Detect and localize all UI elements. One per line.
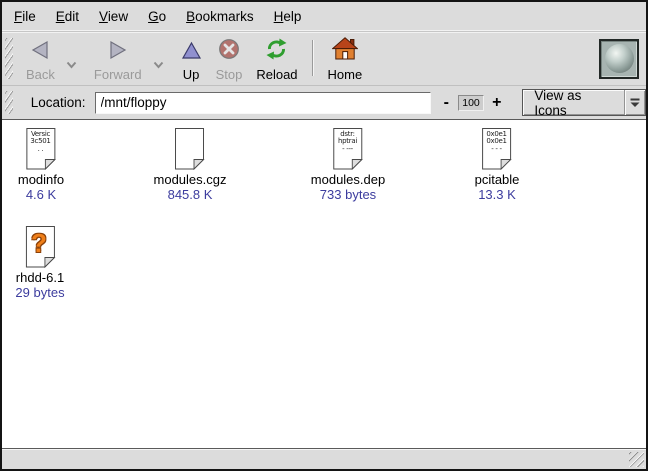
throbber-sphere-icon (605, 44, 634, 73)
file-view-canvas[interactable]: Versic 3c501 . . modinfo 4.6 K modules.c… (2, 119, 646, 449)
menu-help[interactable]: Help (264, 4, 312, 29)
text-document-icon: Versic 3c501 . . (26, 128, 56, 170)
location-bar: Location: - 100 + View as Icons (2, 86, 646, 119)
menu-view[interactable]: View (89, 4, 138, 29)
reload-icon (265, 38, 288, 65)
back-button[interactable]: Back (21, 36, 60, 82)
menu-bookmarks[interactable]: Bookmarks (176, 4, 264, 29)
file-size: 13.3 K (475, 187, 520, 202)
forward-label: Forward (94, 68, 142, 82)
icon-preview-line: - - - (483, 146, 510, 154)
zoom-level-indicator: 100 (458, 95, 484, 111)
up-button[interactable]: Up (176, 36, 207, 82)
resize-grip[interactable] (629, 452, 644, 467)
stop-icon (218, 38, 240, 65)
forward-history-dropdown[interactable] (151, 54, 166, 76)
file-name: rhdd-6.1 (15, 270, 64, 285)
menu-bar: File Edit View Go Bookmarks Help (2, 2, 646, 32)
toolbar-separator (312, 40, 314, 76)
file-name: modules.dep (311, 172, 385, 187)
reload-button[interactable]: Reload (251, 36, 302, 82)
file-name: modinfo (18, 172, 64, 187)
stop-button[interactable]: Stop (211, 36, 248, 82)
location-input[interactable] (95, 92, 431, 114)
file-name: pcitable (475, 172, 520, 187)
menu-edit[interactable]: Edit (46, 4, 89, 29)
forward-button[interactable]: Forward (89, 36, 147, 82)
zoom-in-button[interactable]: + (490, 95, 503, 111)
zoom-out-button[interactable]: - (442, 95, 451, 111)
status-bar (2, 449, 646, 469)
text-document-icon: dstr: hptrai - --- (333, 128, 363, 170)
menu-go[interactable]: Go (138, 4, 176, 29)
file-item-rhdd-6-1[interactable]: ? rhdd-6.1 29 bytes (15, 226, 64, 300)
home-button[interactable]: Home (323, 36, 368, 82)
up-label: Up (183, 68, 200, 82)
view-mode-label: View as Icons (523, 88, 624, 118)
file-item-modules-dep[interactable]: dstr: hptrai - --- modules.dep 733 bytes (311, 128, 385, 202)
back-history-dropdown[interactable] (64, 54, 79, 76)
back-icon (30, 40, 51, 65)
view-mode-dropdown[interactable]: View as Icons (522, 89, 646, 116)
throbber (599, 39, 639, 79)
file-name: modules.cgz (154, 172, 227, 187)
home-icon (332, 37, 358, 65)
file-item-modinfo[interactable]: Versic 3c501 . . modinfo 4.6 K (18, 128, 64, 202)
text-document-icon: 0x0e1 0x0e1 - - - (482, 128, 512, 170)
toolbar-drag-handle[interactable] (5, 38, 13, 79)
menu-file[interactable]: File (4, 4, 46, 29)
question-mark-icon: ? (25, 228, 53, 259)
option-menu-arrow-icon (630, 98, 640, 107)
file-size: 4.6 K (18, 187, 64, 202)
file-size: 29 bytes (15, 285, 64, 300)
icon-preview-line: - --- (334, 146, 361, 154)
forward-icon (107, 40, 128, 65)
stop-label: Stop (216, 68, 243, 82)
back-label: Back (26, 68, 55, 82)
location-label: Location: (31, 95, 86, 110)
reload-label: Reload (256, 68, 297, 82)
file-size: 845.8 K (154, 187, 227, 202)
icon-preview-line: . . (27, 146, 54, 154)
file-item-modules-cgz[interactable]: modules.cgz 845.8 K (154, 128, 227, 202)
home-label: Home (328, 68, 363, 82)
file-manager-window: File Edit View Go Bookmarks Help Back Fo… (0, 0, 648, 471)
up-icon (181, 41, 202, 65)
file-item-pcitable[interactable]: 0x0e1 0x0e1 - - - pcitable 13.3 K (475, 128, 520, 202)
location-bar-drag-handle[interactable] (5, 91, 13, 114)
file-size: 733 bytes (311, 187, 385, 202)
view-mode-arrow-zone[interactable] (624, 90, 645, 115)
blank-document-icon (175, 128, 205, 170)
toolbar: Back Forward Up (2, 32, 646, 86)
unknown-document-icon: ? (25, 226, 55, 268)
